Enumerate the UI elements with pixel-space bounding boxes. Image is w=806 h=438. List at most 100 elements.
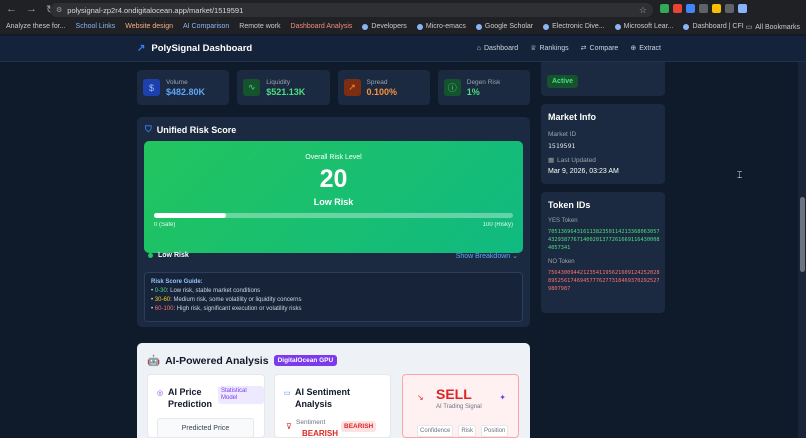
calendar-icon: ▦ bbox=[548, 157, 555, 164]
risk-guide-item: • 60-100: High risk, significant executi… bbox=[151, 306, 302, 312]
bookmark-item[interactable]: AI Comparison bbox=[183, 23, 229, 30]
browser-nav: ← → ↻ bbox=[6, 3, 55, 16]
risk-guide-item: • 30-60: Medium risk, some volatility or… bbox=[151, 297, 302, 303]
status-dot-icon bbox=[148, 253, 153, 258]
folder-icon: ▭ bbox=[745, 24, 753, 31]
alert-icon: ⓘ bbox=[443, 79, 461, 96]
trend-logo-icon: ↗ bbox=[137, 43, 146, 54]
bookmark-item[interactable]: School Links bbox=[76, 23, 116, 30]
last-updated-label: ▦ Last Updated bbox=[548, 156, 596, 165]
extension-icons bbox=[660, 4, 747, 13]
ai-title: 🤖 AI-Powered Analysis DigitalOcean GPU bbox=[147, 354, 338, 367]
trend-down-icon: ↘ bbox=[417, 393, 424, 402]
risk-panel: ⛉ Unified Risk Score Overall Risk Level … bbox=[137, 117, 530, 327]
risk-guide: Risk Score Guide: • 0-30: Low risk, stab… bbox=[144, 272, 523, 322]
bookmark-item[interactable]: Remote work bbox=[239, 23, 280, 30]
stat-spread: ↗ Spread 0.100% bbox=[337, 70, 430, 105]
robot-icon: 🤖 bbox=[147, 355, 161, 367]
extension-icon[interactable] bbox=[699, 4, 708, 13]
predicted-price-label: Predicted Price bbox=[157, 418, 254, 438]
cfi-icon bbox=[683, 23, 690, 30]
pulse-icon: ∿ bbox=[243, 79, 261, 96]
yes-token-value[interactable]: 7051369643161138235011421336806305743293… bbox=[548, 228, 660, 252]
model-badge: Statistical Model bbox=[218, 386, 264, 404]
chevron-down-icon: ⌄ bbox=[512, 253, 518, 260]
bearish-badge: BEARISH bbox=[341, 421, 377, 432]
bookmark-item[interactable]: Micro-emacs bbox=[416, 23, 466, 30]
risk-level: Low Risk bbox=[313, 197, 354, 207]
trading-signal-card: ↘ SELL AI Trading Signal ✦ Confidence Ri… bbox=[402, 374, 519, 438]
extension-icon[interactable] bbox=[712, 4, 721, 13]
app-header: ↗ PolySignal Dashboard ⌂ Dashboard ♕ Ranki… bbox=[0, 36, 806, 62]
no-token-label: NO Token bbox=[548, 259, 575, 265]
trading-signal-label: AI Trading Signal bbox=[436, 404, 482, 410]
bookmark-item[interactable]: Microsoft Lear... bbox=[614, 23, 673, 30]
bookmark-item[interactable]: Dashboard Analysis bbox=[291, 23, 353, 30]
address-bar[interactable]: ⚙ polysignal-zp2r4.ondigitalocean.app/ma… bbox=[50, 3, 653, 17]
thumbs-down-icon: ⊽ bbox=[286, 422, 292, 431]
shield-icon: ⛉ bbox=[145, 124, 152, 134]
risk-title: ⛉ Unified Risk Score bbox=[145, 124, 237, 135]
extension-icon[interactable] bbox=[660, 4, 669, 13]
extension-icon[interactable] bbox=[673, 4, 682, 13]
url-text: polysignal-zp2r4.ondigitalocean.app/mark… bbox=[67, 5, 244, 15]
extension-icon[interactable] bbox=[725, 4, 734, 13]
bookmark-item[interactable]: Website design bbox=[125, 23, 173, 30]
top-nav: ⌂ Dashboard ♕ Rankings ⇄ Compare ⊕ Extract bbox=[477, 44, 661, 53]
status-card: Active bbox=[541, 62, 665, 96]
bookmark-item[interactable]: Google Scholar bbox=[475, 23, 533, 30]
market-id: 1519591 bbox=[548, 142, 576, 150]
nav-compare[interactable]: ⇄ Compare bbox=[580, 44, 619, 53]
no-token-value[interactable]: 7564300944212354119562160912425202889525… bbox=[548, 269, 660, 293]
chat-icon: ▭ bbox=[284, 390, 291, 397]
page-scrollbar[interactable] bbox=[798, 62, 806, 438]
site-info-icon[interactable]: ⚙ bbox=[56, 6, 62, 14]
brand-title: PolySignal Dashboard bbox=[151, 43, 253, 54]
last-updated-value: Mar 9, 2026, 03:23 AM bbox=[548, 168, 619, 175]
trading-signal: SELL bbox=[436, 386, 472, 402]
back-icon[interactable]: ← bbox=[6, 3, 17, 16]
risk-min-label: 0 (Safe) bbox=[154, 222, 176, 228]
extract-icon: ⊕ bbox=[630, 45, 637, 52]
risk-progress-fill bbox=[154, 213, 226, 218]
risk-guide-item: • 0-30: Low risk, stable market conditio… bbox=[151, 288, 261, 294]
nav-dashboard[interactable]: ⌂ Dashboard bbox=[477, 44, 518, 52]
trend-icon: ↗ bbox=[343, 79, 361, 96]
bookmark-item[interactable]: Analyze these for... bbox=[6, 23, 66, 30]
forward-icon[interactable]: → bbox=[26, 3, 37, 16]
nav-extract[interactable]: ⊕ Extract bbox=[630, 44, 661, 53]
all-bookmarks[interactable]: ▭ All Bookmarks bbox=[745, 23, 800, 32]
compare-icon: ⇄ bbox=[580, 45, 587, 52]
microsoft-icon bbox=[614, 23, 621, 30]
gpu-badge: DigitalOcean GPU bbox=[273, 355, 338, 366]
extension-icon[interactable] bbox=[686, 4, 695, 13]
folder-icon bbox=[362, 23, 369, 30]
mouse-cursor-icon: ⌶ bbox=[737, 170, 743, 180]
token-ids-title: Token IDs bbox=[548, 200, 591, 210]
sentiment-title: AI Sentiment Analysis bbox=[295, 387, 351, 409]
extension-icon[interactable] bbox=[738, 4, 747, 13]
signal-metrics: Confidence Risk Position bbox=[417, 425, 509, 437]
price-prediction-title: AI Price Prediction bbox=[168, 387, 213, 409]
sentiment-label: Sentiment bbox=[296, 419, 326, 426]
status-badge: Active bbox=[547, 75, 579, 88]
scholar-icon bbox=[475, 23, 482, 30]
price-prediction-card: ◎ AI Price Prediction Statistical Model … bbox=[147, 374, 265, 438]
globe-icon bbox=[416, 23, 423, 30]
brand[interactable]: ↗ PolySignal Dashboard bbox=[137, 43, 252, 54]
bookmark-item[interactable]: Developers bbox=[362, 23, 407, 30]
risk-max-label: 100 (Risky) bbox=[482, 222, 513, 228]
bookmark-item[interactable]: Electronic Dive... bbox=[543, 23, 605, 30]
page-icon bbox=[543, 23, 550, 30]
prediction-icon: ◎ bbox=[157, 390, 164, 397]
stat-volume: $ Volume $482.80K bbox=[137, 70, 230, 105]
nav-rankings[interactable]: ♕ Rankings bbox=[530, 44, 568, 53]
bookmark-item[interactable]: Dashboard | CFI bbox=[683, 23, 744, 30]
show-breakdown-button[interactable]: Show Breakdown ⌄ bbox=[456, 252, 518, 260]
bookmark-star-icon[interactable]: ☆ bbox=[639, 5, 647, 16]
scrollbar-thumb[interactable] bbox=[800, 197, 805, 272]
risk-status: Low Risk bbox=[148, 252, 189, 259]
risk-guide-title: Risk Score Guide: bbox=[151, 279, 203, 285]
market-id-label: Market ID bbox=[548, 131, 577, 138]
trophy-icon: ♕ bbox=[530, 45, 537, 52]
